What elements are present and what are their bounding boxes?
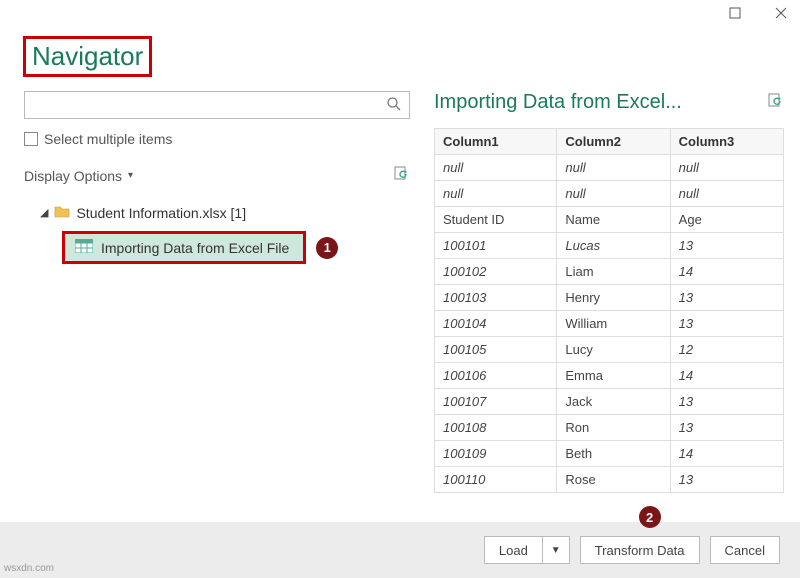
table-row: 100107Jack13 <box>435 389 784 415</box>
select-multiple-row[interactable]: Select multiple items <box>24 131 410 147</box>
search-container <box>24 91 410 119</box>
table-cell: null <box>435 181 557 207</box>
table-cell: Emma <box>557 363 670 389</box>
transform-label: Transform Data <box>595 543 685 558</box>
callout-badge-2: 2 <box>639 506 661 528</box>
page-title: Navigator <box>23 36 152 77</box>
folder-icon <box>54 204 70 221</box>
table-cell: Name <box>557 207 670 233</box>
table-cell: Liam <box>557 259 670 285</box>
table-cell: Lucy <box>557 337 670 363</box>
table-cell: 13 <box>670 467 783 493</box>
refresh-preview-icon[interactable] <box>768 92 784 113</box>
table-cell: 100106 <box>435 363 557 389</box>
table-row: 100104William13 <box>435 311 784 337</box>
left-panel: Select multiple items Display Options ▾ … <box>24 91 410 493</box>
table-cell: 100109 <box>435 441 557 467</box>
table-cell: Age <box>670 207 783 233</box>
caret-down-icon: ◢ <box>40 206 48 219</box>
table-cell: 13 <box>670 285 783 311</box>
column-header[interactable]: Column1 <box>435 129 557 155</box>
table-row: 100101Lucas13 <box>435 233 784 259</box>
checkbox-icon[interactable] <box>24 132 38 146</box>
table-cell: William <box>557 311 670 337</box>
display-options-dropdown[interactable]: Display Options ▾ <box>24 168 133 184</box>
search-icon[interactable] <box>386 96 402 117</box>
callout-badge-1: 1 <box>316 237 338 259</box>
table-cell: null <box>435 155 557 181</box>
table-row: 100105Lucy12 <box>435 337 784 363</box>
load-button[interactable]: Load ▼ <box>484 536 570 564</box>
preview-table: Column1 Column2 Column3 nullnullnullnull… <box>434 128 784 493</box>
tree-file-item[interactable]: ◢ Student Information.xlsx [1] <box>24 200 410 225</box>
sheet-label: Importing Data from Excel File <box>101 240 289 256</box>
table-cell: Ron <box>557 415 670 441</box>
table-cell: null <box>557 155 670 181</box>
table-cell: 14 <box>670 363 783 389</box>
table-cell: Student ID <box>435 207 557 233</box>
table-cell: 13 <box>670 389 783 415</box>
table-cell: 100103 <box>435 285 557 311</box>
file-label: Student Information.xlsx [1] <box>76 205 246 221</box>
table-cell: Beth <box>557 441 670 467</box>
column-header[interactable]: Column3 <box>670 129 783 155</box>
footer-bar: Load ▼ 2 Transform Data Cancel <box>0 522 800 578</box>
cancel-button[interactable]: Cancel <box>710 536 780 564</box>
table-cell: 100110 <box>435 467 557 493</box>
select-multiple-label: Select multiple items <box>44 131 172 147</box>
table-cell: 13 <box>670 233 783 259</box>
table-cell: 100108 <box>435 415 557 441</box>
table-row: nullnullnull <box>435 181 784 207</box>
table-row: nullnullnull <box>435 155 784 181</box>
maximize-icon[interactable] <box>722 2 748 24</box>
table-cell: 12 <box>670 337 783 363</box>
preview-title: Importing Data from Excel... <box>434 91 682 114</box>
transform-data-button[interactable]: Transform Data <box>580 536 700 564</box>
titlebar <box>0 0 800 28</box>
table-row: 100109Beth14 <box>435 441 784 467</box>
table-cell: null <box>670 181 783 207</box>
table-cell: 100107 <box>435 389 557 415</box>
display-options-label: Display Options <box>24 168 122 184</box>
table-row: Student IDNameAge <box>435 207 784 233</box>
table-cell: 100102 <box>435 259 557 285</box>
table-header-row: Column1 Column2 Column3 <box>435 129 784 155</box>
table-cell: 14 <box>670 441 783 467</box>
column-header[interactable]: Column2 <box>557 129 670 155</box>
table-cell: 13 <box>670 311 783 337</box>
refresh-icon[interactable] <box>394 165 410 186</box>
load-button-label: Load <box>485 537 543 563</box>
cancel-label: Cancel <box>725 543 765 558</box>
sheet-item[interactable]: Importing Data from Excel File <box>62 231 306 264</box>
chevron-down-icon: ▾ <box>128 170 133 181</box>
chevron-down-icon[interactable]: ▼ <box>543 537 569 563</box>
table-cell: 13 <box>670 415 783 441</box>
table-row: 100110Rose13 <box>435 467 784 493</box>
right-panel: Importing Data from Excel... Column1 Col… <box>434 91 784 493</box>
close-icon[interactable] <box>768 2 794 24</box>
table-cell: 100105 <box>435 337 557 363</box>
table-cell: Jack <box>557 389 670 415</box>
table-cell: null <box>557 181 670 207</box>
table-cell: 100101 <box>435 233 557 259</box>
table-cell: Henry <box>557 285 670 311</box>
watermark: wsxdn.com <box>4 563 54 574</box>
table-row: 100108Ron13 <box>435 415 784 441</box>
table-cell: Rose <box>557 467 670 493</box>
table-cell: 100104 <box>435 311 557 337</box>
table-row: 100102Liam14 <box>435 259 784 285</box>
table-cell: 14 <box>670 259 783 285</box>
table-icon <box>75 239 93 256</box>
table-cell: Lucas <box>557 233 670 259</box>
table-cell: null <box>670 155 783 181</box>
table-row: 100103Henry13 <box>435 285 784 311</box>
table-row: 100106Emma14 <box>435 363 784 389</box>
search-input[interactable] <box>24 91 410 119</box>
